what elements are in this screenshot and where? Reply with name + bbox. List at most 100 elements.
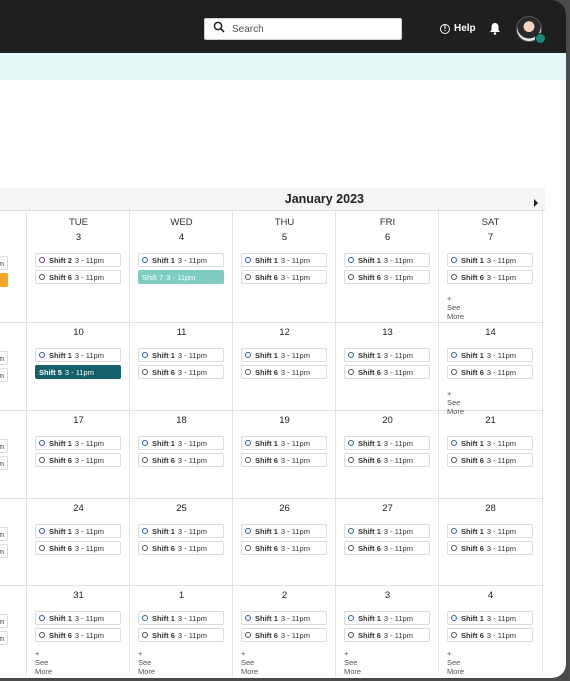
shift-chip[interactable]: Shift 23 - 11pm (35, 253, 121, 267)
see-more-link[interactable]: + See More (447, 389, 464, 416)
shift-chip[interactable]: Shift 53 - 11pm (35, 365, 121, 379)
shift-chip[interactable]: Shift 63 - 11pm (35, 453, 121, 467)
shift-chip[interactable]: Shift 13 - 11pm (138, 436, 224, 450)
shift-chip-partial[interactable]: m (0, 439, 8, 453)
shift-chip[interactable]: Shift 63 - 11pm (344, 541, 430, 555)
shift-time: m (0, 442, 4, 451)
shift-time: 3 - 11pm (280, 526, 310, 536)
shift-chip[interactable]: Shift 13 - 11pm (35, 524, 121, 538)
shift-status-icon (451, 369, 457, 375)
shift-chip[interactable]: Shift 13 - 11pm (35, 611, 121, 625)
shift-chip[interactable]: Shift 63 - 11pm (35, 270, 121, 284)
shift-chip[interactable]: Shift 63 - 11pm (35, 628, 121, 642)
shift-chip[interactable]: Shift 13 - 11pm (138, 348, 224, 362)
shift-chip[interactable]: Shift 13 - 11pm (344, 436, 430, 450)
shift-chip[interactable]: Shift 63 - 11pm (241, 541, 327, 555)
shift-chip-partial[interactable]: m (0, 456, 8, 470)
shift-chip[interactable]: Shift 13 - 11pm (447, 436, 533, 450)
day-header: THU (274, 217, 295, 228)
shift-chip[interactable]: Shift 63 - 11pm (241, 365, 327, 379)
shift-chip[interactable]: Shift 13 - 11pm (138, 611, 224, 625)
shift-chip[interactable]: Shift 63 - 11pm (138, 628, 224, 642)
shift-chip-partial[interactable]: m (0, 351, 8, 365)
shift-chip[interactable]: Shift 63 - 11pm (447, 365, 533, 379)
shift-chip[interactable]: Shift 13 - 11pm (447, 524, 533, 538)
shift-chip[interactable]: Shift 13 - 11pm (447, 611, 533, 625)
shift-chip[interactable]: Shift 13 - 11pm (241, 524, 327, 538)
search-box[interactable] (204, 18, 402, 40)
shift-chip[interactable]: Shift 13 - 11pm (35, 348, 121, 362)
shift-chip[interactable]: Shift 13 - 11pm (241, 348, 327, 362)
shift-chip[interactable]: Shift 63 - 11pm (447, 628, 533, 642)
shift-chip-partial[interactable]: m (0, 368, 8, 382)
info-banner (0, 53, 566, 80)
shift-chip[interactable]: Shift 63 - 11pm (344, 628, 430, 642)
shift-chip[interactable]: Shift 13 - 11pm (241, 253, 327, 267)
shift-chip-partial[interactable]: m (0, 614, 8, 628)
shift-chip[interactable]: Shift 63 - 11pm (447, 453, 533, 467)
shift-status-icon (142, 257, 148, 263)
see-more-link[interactable]: + See More (35, 649, 52, 676)
shift-chip[interactable]: Shift 13 - 11pm (344, 611, 430, 625)
see-more-link[interactable]: + See More (138, 649, 155, 676)
shift-chip[interactable]: Shift 73 - 11pm (138, 270, 224, 284)
shift-chip[interactable]: Shift 63 - 11pm (138, 365, 224, 379)
month-navigation: January 2023 (0, 188, 545, 211)
shift-chip[interactable]: Shift 63 - 11pm (35, 541, 121, 555)
see-more-link[interactable]: + See More (447, 294, 464, 321)
shift-time: 3 - 11pm (64, 367, 94, 377)
shift-name: Shift 1 (49, 438, 72, 448)
shift-chip[interactable]: Shift 63 - 11pm (241, 270, 327, 284)
shift-chip[interactable]: Shift 13 - 11pm (344, 348, 430, 362)
shift-time: 3 - 11pm (280, 255, 310, 265)
shift-name: Shift 1 (358, 526, 381, 536)
shift-chip[interactable]: Shift 63 - 11pm (344, 270, 430, 284)
shift-chip-partial[interactable]: m (0, 527, 8, 541)
shift-status-icon (245, 457, 251, 463)
help-button[interactable]: ! Help (440, 23, 476, 34)
shift-time: m (0, 371, 4, 380)
shift-time: m (0, 530, 4, 539)
next-month-icon[interactable] (533, 194, 539, 212)
month-title: January 2023 (284, 192, 364, 206)
shift-time: 3 - 11pm (74, 613, 104, 623)
shift-chip-partial[interactable]: m (0, 631, 8, 645)
see-more-link[interactable]: + See More (344, 649, 361, 676)
shift-chip[interactable]: Shift 13 - 11pm (35, 436, 121, 450)
shift-chip[interactable]: Shift 63 - 11pm (447, 270, 533, 284)
shift-name: Shift 1 (358, 255, 381, 265)
shift-status-icon (39, 457, 45, 463)
shift-status-icon (348, 545, 354, 551)
shift-chip[interactable]: Shift 13 - 11pm (241, 611, 327, 625)
search-input[interactable] (232, 23, 382, 35)
shift-chip[interactable]: Shift 63 - 11pm (241, 628, 327, 642)
shift-status-icon (348, 352, 354, 358)
shift-chip[interactable]: Shift 13 - 11pm (344, 524, 430, 538)
shift-time: 3 - 11pm (74, 455, 104, 465)
bell-icon[interactable] (489, 22, 501, 40)
shift-chip[interactable]: Shift 63 - 11pm (241, 453, 327, 467)
shift-chip[interactable]: Shift 63 - 11pm (344, 365, 430, 379)
shift-chip-partial[interactable]: m (0, 256, 8, 270)
shift-name: Shift 1 (358, 350, 381, 360)
shift-chip[interactable]: Shift 13 - 11pm (447, 348, 533, 362)
shift-chip-partial[interactable] (0, 273, 8, 287)
shift-chip[interactable]: Shift 13 - 11pm (138, 524, 224, 538)
shift-name: Shift 6 (49, 543, 72, 553)
shift-chip[interactable]: Shift 13 - 11pm (344, 253, 430, 267)
shift-chip[interactable]: Shift 13 - 11pm (138, 253, 224, 267)
shift-chip[interactable]: Shift 13 - 11pm (241, 436, 327, 450)
shift-time: 3 - 11pm (177, 526, 207, 536)
shift-status-icon (39, 545, 45, 551)
shift-name: Shift 1 (461, 613, 484, 623)
shift-chip-partial[interactable]: m (0, 544, 8, 558)
shift-name: Shift 1 (49, 350, 72, 360)
shift-time: 3 - 11pm (177, 630, 207, 640)
see-more-link[interactable]: + See More (447, 649, 464, 676)
shift-chip[interactable]: Shift 13 - 11pm (447, 253, 533, 267)
shift-chip[interactable]: Shift 63 - 11pm (138, 453, 224, 467)
shift-chip[interactable]: Shift 63 - 11pm (344, 453, 430, 467)
shift-chip[interactable]: Shift 63 - 11pm (447, 541, 533, 555)
see-more-link[interactable]: + See More (241, 649, 258, 676)
shift-chip[interactable]: Shift 63 - 11pm (138, 541, 224, 555)
